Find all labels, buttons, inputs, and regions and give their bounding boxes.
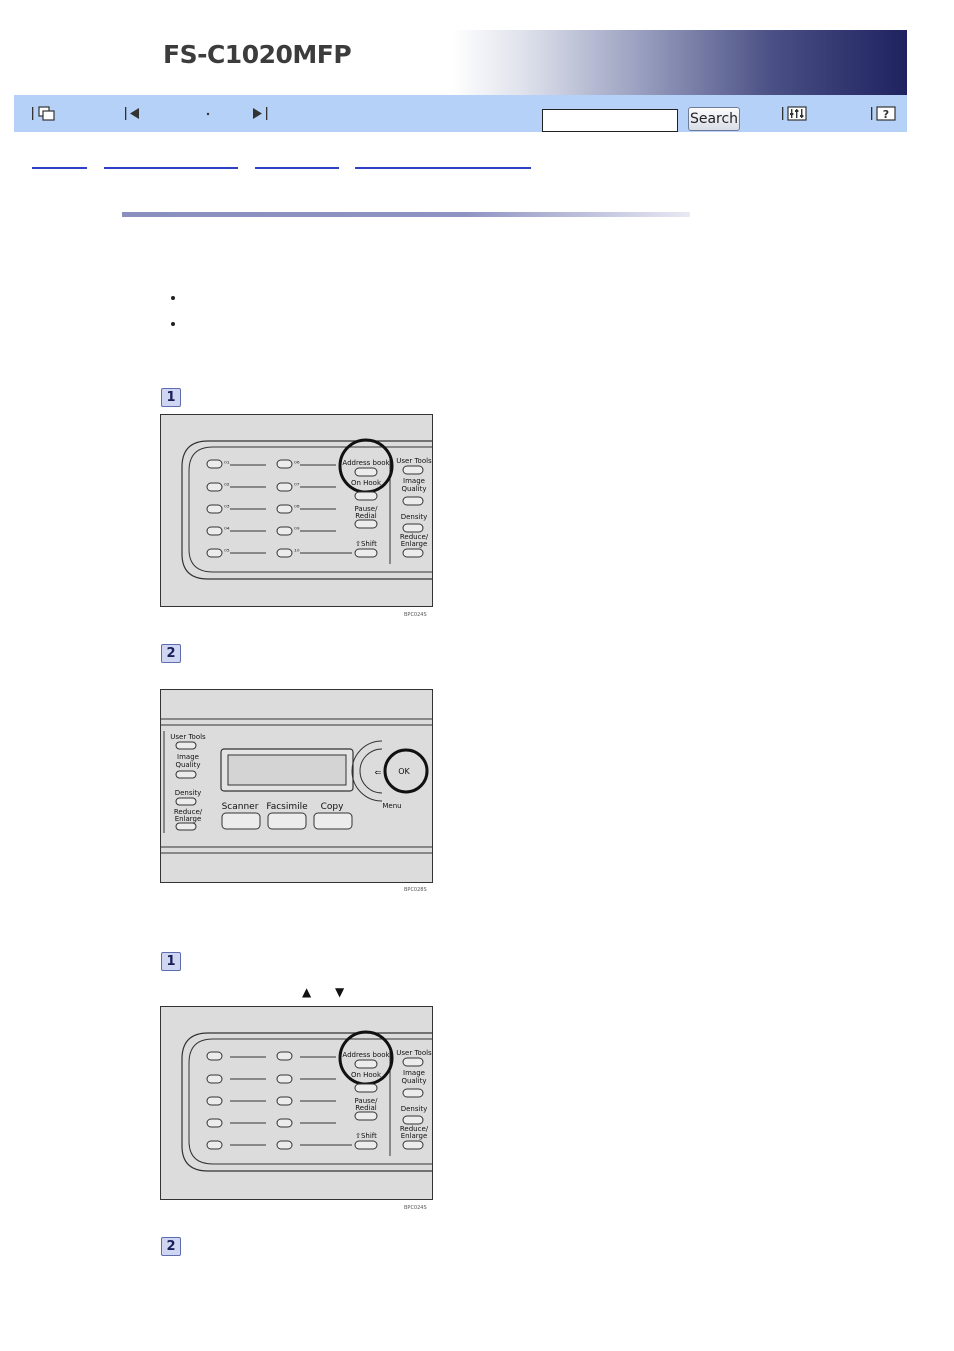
svg-text:⁰²: ⁰²	[224, 482, 230, 490]
menu-key-label: Menu	[382, 802, 401, 810]
breadcrumb-link-2[interactable]	[104, 167, 238, 169]
panel-figure-ok-key: User Tools Image Quality Density Reduce/…	[160, 689, 433, 883]
density-key-label: Density	[175, 789, 202, 797]
shift-key-label: ⇧Shift	[355, 1132, 377, 1140]
panel-figure-address-book-2: Address book On Hook Pause/ Redial ⇧Shif…	[160, 1006, 433, 1200]
step-number: 1	[161, 952, 181, 971]
list-bullet	[171, 322, 175, 326]
svg-text:⁰⁵: ⁰⁵	[224, 548, 230, 556]
step-number: 1	[161, 388, 181, 407]
density-key-label: Density	[401, 513, 428, 521]
on-hook-key-label: On Hook	[351, 1071, 382, 1079]
user-tools-key-label: User Tools	[396, 1049, 432, 1057]
dot-icon	[206, 112, 210, 116]
help-icon[interactable]: ?	[868, 103, 898, 123]
svg-text:⁰⁷: ⁰⁷	[294, 482, 300, 490]
svg-text:?: ?	[883, 108, 889, 121]
shift-key-label: ⇧Shift	[355, 540, 377, 548]
quality-key-label: Quality	[401, 1077, 426, 1085]
density-key-label: Density	[401, 1105, 428, 1113]
on-hook-key-label: On Hook	[351, 479, 382, 487]
heading-rule	[122, 212, 690, 217]
figure-code: BPC024S	[404, 612, 427, 618]
breadcrumb-link-4[interactable]	[355, 167, 531, 169]
windows-icon[interactable]	[30, 103, 60, 123]
ok-key-label: OK	[398, 767, 410, 776]
svg-text:⁰⁸: ⁰⁸	[294, 504, 300, 512]
user-tools-key-label: User Tools	[396, 457, 432, 465]
figure-code: BPC028S	[404, 887, 427, 893]
quality-key-label: Quality	[401, 485, 426, 493]
figure-code: BPC024S	[404, 1205, 427, 1211]
search-input[interactable]	[542, 109, 678, 132]
image-key-label: Image	[403, 477, 425, 485]
step-number: 2	[161, 1237, 181, 1256]
svg-text:⁰³: ⁰³	[224, 504, 230, 512]
breadcrumb-link-1[interactable]	[32, 167, 87, 169]
previous-icon[interactable]	[122, 103, 144, 123]
redial-key-label: Redial	[355, 1104, 377, 1112]
user-tools-key-label: User Tools	[170, 733, 206, 741]
address-book-key-label: Address book	[342, 459, 390, 467]
search-button[interactable]: Search	[688, 107, 740, 131]
image-key-label: Image	[177, 753, 199, 761]
step-number: 2	[161, 644, 181, 663]
address-book-key-label: Address book	[342, 1051, 390, 1059]
enlarge-key-label: Enlarge	[401, 540, 428, 548]
copy-key-label: Copy	[321, 802, 345, 812]
svg-text:⇐: ⇐	[375, 768, 382, 777]
facsimile-key-label: Facsimile	[266, 802, 308, 812]
next-icon[interactable]	[249, 103, 271, 123]
list-bullet	[171, 296, 175, 300]
svg-text:⁰⁹: ⁰⁹	[294, 526, 300, 534]
image-key-label: Image	[403, 1069, 425, 1077]
svg-text:⁰⁴: ⁰⁴	[224, 526, 230, 534]
svg-text:⁰¹: ⁰¹	[224, 460, 230, 468]
enlarge-key-label: Enlarge	[175, 815, 202, 823]
breadcrumb-link-3[interactable]	[255, 167, 339, 169]
enlarge-key-label: Enlarge	[401, 1132, 428, 1140]
scanner-key-label: Scanner	[222, 802, 259, 812]
svg-text:¹⁰: ¹⁰	[294, 548, 300, 556]
header-banner	[14, 30, 907, 95]
arrow-keys-glyphs: ▲ ▼	[302, 985, 355, 999]
quality-key-label: Quality	[175, 761, 200, 769]
panel-figure-address-book: ⁰¹ ⁰² ⁰³ ⁰⁴ ⁰⁵ ⁰⁶ ⁰⁷ ⁰⁸ ⁰⁹ ¹⁰ Address book On Ho…	[160, 414, 433, 607]
page-title: FS-C1020MFP	[163, 40, 352, 69]
svg-text:⁰⁶: ⁰⁶	[294, 460, 300, 468]
settings-icon[interactable]	[780, 103, 810, 123]
toolbar	[14, 95, 907, 132]
redial-key-label: Redial	[355, 512, 377, 520]
